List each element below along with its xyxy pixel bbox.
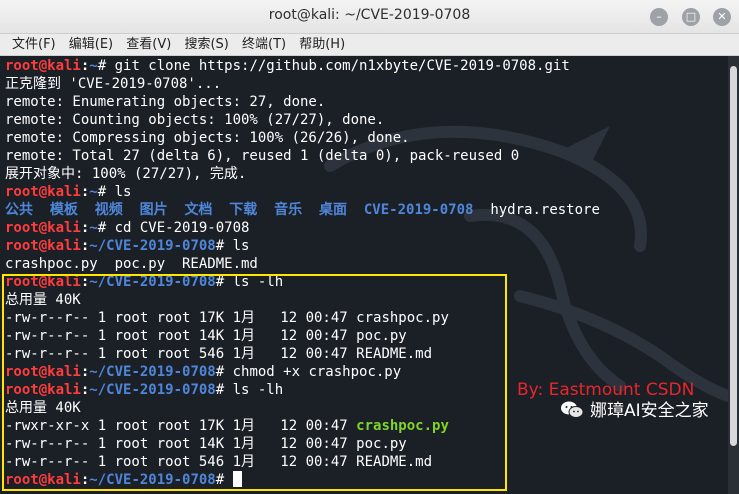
command-text: cd CVE-2019-0708 — [114, 220, 250, 236]
output-line: 展开对象中: 100% (27/27), 完成. — [5, 166, 247, 182]
command-text: ls — [232, 238, 250, 254]
output-line: 正克隆到 'CVE-2019-0708'... — [5, 76, 222, 92]
scrollbar[interactable] — [728, 56, 739, 494]
dir-entry: 图片 — [139, 202, 168, 218]
menu-bar: 文件(F) 编辑(E) 查看(V) 搜索(S) 终端(T) 帮助(H) — [0, 34, 739, 56]
prompt-path: ~/CVE-2019-0708 — [89, 238, 216, 254]
file-entry: hydra.restore — [490, 202, 600, 218]
prompt-user: root@kali — [5, 220, 81, 236]
prompt-suffix: # — [215, 238, 233, 254]
prompt-suffix: # — [97, 220, 115, 236]
menu-view[interactable]: 查看(V) — [126, 34, 171, 56]
ls-output-line: 公共 模板 视频 图片 文档 下载 音乐 桌面 CVE-2019-0708 hy… — [5, 201, 600, 219]
output-line: remote: Total 27 (delta 6), reused 1 (de… — [5, 148, 520, 164]
output-line: remote: Compressing objects: 100% (26/26… — [5, 130, 410, 146]
prompt-suffix: # — [97, 184, 115, 200]
menu-edit[interactable]: 编辑(E) — [69, 34, 113, 56]
prompt-user: root@kali — [5, 238, 81, 254]
wechat-icon — [561, 401, 584, 418]
command-text: ls — [114, 184, 132, 200]
terminal-line: root@kali:~/CVE-2019-0708# ls — [5, 237, 600, 255]
prompt-path: ~ — [89, 220, 98, 236]
menu-help[interactable]: 帮助(H) — [299, 34, 345, 56]
output-line: remote: Enumerating objects: 27, done. — [5, 94, 326, 110]
wechat-account-name: 娜璋AI安全之家 — [590, 401, 709, 421]
close-button[interactable]: ✕ — [713, 8, 731, 26]
dir-entry: 文档 — [184, 202, 213, 218]
highlight-box — [2, 274, 507, 491]
terminal-line: root@kali:~# ls — [5, 183, 600, 201]
output-line: crashpoc.py poc.py README.md — [5, 256, 258, 272]
dir-entry: 模板 — [49, 202, 78, 218]
maximize-button[interactable]: □ — [682, 8, 700, 26]
scrollbar-thumb[interactable] — [730, 66, 737, 446]
prompt-user: root@kali — [5, 184, 81, 200]
terminal-view[interactable]: root@kali:~# git clone https://github.co… — [0, 56, 728, 494]
menu-file[interactable]: 文件(F) — [12, 34, 56, 56]
terminal-line: root@kali:~# cd CVE-2019-0708 — [5, 219, 600, 237]
wechat-watermark: 娜璋AI安全之家 — [560, 396, 709, 421]
menu-search[interactable]: 搜索(S) — [184, 34, 228, 56]
dir-entry: CVE-2019-0708 — [363, 202, 474, 218]
output-line: remote: Counting objects: 100% (27/27), … — [5, 112, 385, 128]
dir-entry: 桌面 — [319, 202, 348, 218]
prompt-suffix: # — [97, 58, 115, 74]
window-titlebar[interactable]: root@kali: ~/CVE-2019-0708 – □ ✕ — [0, 0, 739, 34]
command-text: git clone https://github.com/n1xbyte/CVE… — [114, 58, 570, 74]
dir-entry: 公共 — [5, 202, 33, 218]
dir-entry: 下载 — [229, 202, 258, 218]
prompt-path: ~ — [89, 58, 98, 74]
prompt-path: ~ — [89, 184, 98, 200]
minimize-button[interactable]: – — [650, 8, 668, 26]
dir-entry: 音乐 — [274, 202, 303, 218]
dir-entry: 视频 — [94, 202, 123, 218]
prompt-user: root@kali — [5, 58, 81, 74]
window-title: root@kali: ~/CVE-2019-0708 — [268, 7, 471, 23]
terminal-line: root@kali:~# git clone https://github.co… — [5, 57, 600, 75]
menu-terminal[interactable]: 终端(T) — [242, 34, 286, 56]
